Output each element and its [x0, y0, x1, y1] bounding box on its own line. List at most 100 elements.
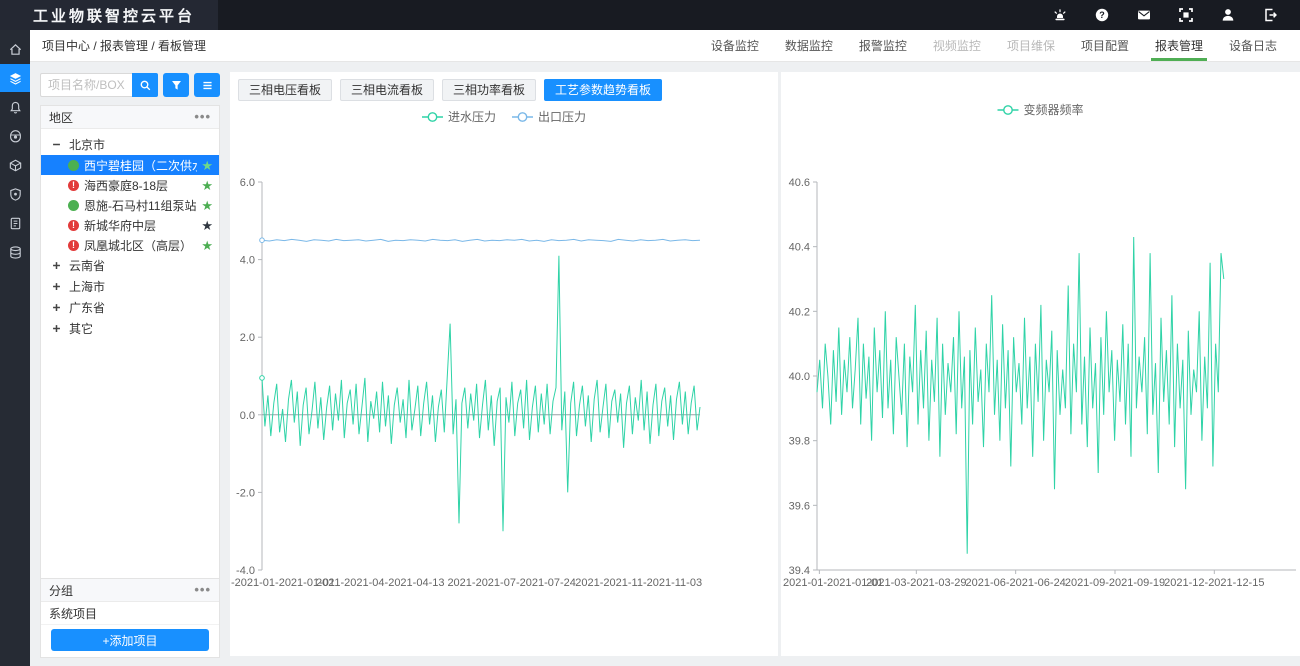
app-title: 工业物联智控云平台 [33, 5, 195, 26]
header-icon-group: ? [1052, 0, 1300, 30]
top-nav: 设备监控数据监控报警监控视频监控项目维保项目配置报表管理设备日志 [698, 30, 1290, 61]
expand-icon[interactable] [51, 260, 62, 271]
expand-icon[interactable] [51, 281, 62, 292]
help-button[interactable]: ? [1094, 7, 1110, 23]
user-button[interactable] [1220, 7, 1236, 23]
nav-item-2[interactable]: 报警监控 [846, 30, 920, 61]
fullscreen-icon [1178, 7, 1194, 23]
rail-item-database[interactable] [0, 238, 30, 266]
rail-item-dome-camera[interactable] [0, 122, 30, 150]
siren-icon [1052, 7, 1068, 23]
database-icon [8, 245, 23, 260]
svg-text:0.0: 0.0 [240, 410, 255, 422]
tree-group-1[interactable]: 云南省 [41, 255, 219, 276]
shield-icon [8, 187, 23, 202]
tree-group-label: 其它 [69, 320, 93, 337]
right-chart-panel: 40.640.440.240.039.839.639.42021-01-2021… [781, 72, 1300, 656]
mail-button[interactable] [1136, 7, 1152, 23]
nav-item-5[interactable]: 项目配置 [1068, 30, 1142, 61]
svg-text:39.6: 39.6 [789, 500, 810, 512]
favorite-star-icon[interactable]: ★ [201, 199, 213, 212]
tab-0[interactable]: 三相电压看板 [238, 79, 332, 101]
expand-icon[interactable] [51, 302, 62, 313]
collapse-icon[interactable] [51, 139, 62, 150]
tree-leaf-0-0[interactable]: 西宁碧桂园（二次供水3泵） ★ [41, 155, 219, 175]
plus-icon [51, 281, 62, 292]
nav-item-4[interactable]: 项目维保 [994, 30, 1068, 61]
tree-leaf-label: 新城华府中层 [84, 217, 197, 234]
tree-leaf-label: 凤凰城北区（高层） [84, 237, 197, 254]
home-icon [8, 42, 23, 57]
tree-group-4[interactable]: 其它 [41, 318, 219, 339]
svg-text:2021-06-2021-06-24: 2021-06-2021-06-24 [966, 577, 1066, 589]
svg-text:2021-03-2021-03-29: 2021-03-2021-03-29 [866, 577, 966, 589]
rail-item-journal[interactable] [0, 209, 30, 237]
cube-icon [8, 158, 23, 173]
region-title: 地区 [49, 109, 73, 126]
filter-button[interactable] [163, 73, 189, 97]
minus-icon [51, 139, 62, 150]
siren-button[interactable] [1052, 7, 1068, 23]
group-item-0[interactable]: 系统项目 [41, 602, 219, 625]
nav-item-0[interactable]: 设备监控 [698, 30, 772, 61]
expand-icon[interactable] [51, 323, 62, 334]
more-menu-icon[interactable]: ••• [194, 586, 211, 594]
status-alarm-icon: ! [68, 180, 79, 191]
sidebar: 地区 ••• 北京市 西宁碧桂园（二次供水3泵） ★ ! 海西豪庭8-18层 ★… [40, 73, 220, 658]
breadcrumb: 项目中心 / 报表管理 / 看板管理 [42, 37, 206, 54]
nav-item-1[interactable]: 数据监控 [772, 30, 846, 61]
rail-item-cube[interactable] [0, 151, 30, 179]
nav-item-7[interactable]: 设备日志 [1216, 30, 1290, 61]
logo-block: 工业物联智控云平台 [0, 0, 218, 30]
breadcrumb-bar: 项目中心 / 报表管理 / 看板管理 设备监控数据监控报警监控视频监控项目维保项… [30, 30, 1300, 62]
rail-item-layers[interactable] [0, 64, 30, 92]
tree-leaf-label: 西宁碧桂园（二次供水3泵） [84, 157, 197, 174]
group-title: 分组 [49, 582, 73, 599]
svg-text:2.0: 2.0 [240, 332, 255, 344]
region-tree: 北京市 西宁碧桂园（二次供水3泵） ★ ! 海西豪庭8-18层 ★ 恩施-石马村… [41, 129, 219, 339]
rail-item-shield[interactable] [0, 180, 30, 208]
status-ok-icon [68, 200, 79, 211]
search-button[interactable] [132, 73, 158, 97]
tree-leaf-0-4[interactable]: ! 凤凰城北区（高层） ★ [41, 235, 219, 255]
region-card: 地区 ••• 北京市 西宁碧桂园（二次供水3泵） ★ ! 海西豪庭8-18层 ★… [40, 105, 220, 579]
tab-3[interactable]: 工艺参数趋势看板 [544, 79, 662, 101]
legend-item-1[interactable]: 出口压力 [512, 110, 586, 124]
rail-item-bell[interactable] [0, 93, 30, 121]
left-icon-rail [0, 30, 30, 666]
legend-item-0[interactable]: 进水压力 [422, 110, 496, 124]
more-menu-icon[interactable]: ••• [194, 113, 211, 121]
add-project-button[interactable]: +添加项目 [51, 629, 209, 651]
help-icon: ? [1094, 7, 1110, 23]
nav-item-3[interactable]: 视频监控 [920, 30, 994, 61]
list-view-button[interactable] [194, 73, 220, 97]
mail-icon [1136, 7, 1152, 23]
status-alarm-icon: ! [68, 240, 79, 251]
logout-button[interactable] [1262, 7, 1278, 23]
plus-icon [51, 323, 62, 334]
dashboard-tabs: 三相电压看板三相电流看板三相功率看板工艺参数趋势看板 [230, 72, 778, 106]
tree-leaf-0-2[interactable]: 恩施-石马村11组泵站（二次供水） ★ [41, 195, 219, 215]
nav-item-6[interactable]: 报表管理 [1142, 30, 1216, 61]
tab-1[interactable]: 三相电流看板 [340, 79, 434, 101]
tree-group-2[interactable]: 上海市 [41, 276, 219, 297]
filter-icon [170, 79, 183, 92]
tree-leaf-0-1[interactable]: ! 海西豪庭8-18层 ★ [41, 175, 219, 195]
rail-item-home[interactable] [0, 35, 30, 63]
tree-leaf-0-3[interactable]: ! 新城华府中层 ★ [41, 215, 219, 235]
pressure-trend-chart: 6.04.02.00.0-2.0-4.0-2021-01-2021-01-012… [230, 106, 778, 656]
search-row [40, 73, 220, 97]
tab-2[interactable]: 三相功率看板 [442, 79, 536, 101]
fullscreen-button[interactable] [1178, 7, 1194, 23]
favorite-star-icon[interactable]: ★ [201, 179, 213, 192]
series-变频器频率 [817, 237, 1224, 554]
tree-group-0[interactable]: 北京市 [41, 134, 219, 155]
search-input[interactable] [40, 73, 132, 97]
favorite-star-icon[interactable]: ★ [201, 159, 213, 172]
legend-item-0[interactable]: 变频器频率 [998, 102, 1084, 117]
favorite-star-icon[interactable]: ★ [201, 219, 213, 232]
favorite-star-icon[interactable]: ★ [201, 239, 213, 252]
tree-group-3[interactable]: 广东省 [41, 297, 219, 318]
svg-text:-4.0: -4.0 [236, 565, 255, 577]
logout-icon [1262, 7, 1278, 23]
